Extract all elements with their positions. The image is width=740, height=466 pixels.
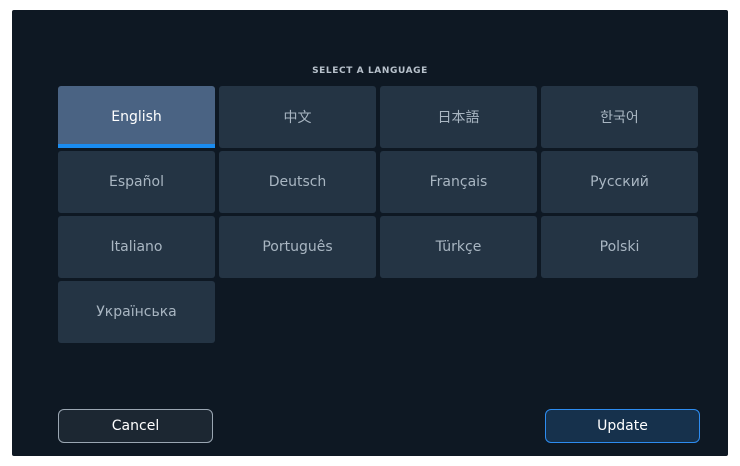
language-option-turkish[interactable]: Türkçe bbox=[380, 216, 537, 278]
cancel-button[interactable]: Cancel bbox=[58, 409, 213, 443]
update-button[interactable]: Update bbox=[545, 409, 700, 443]
language-label: Русский bbox=[590, 174, 649, 190]
language-label: Türkçe bbox=[435, 239, 482, 255]
language-option-spanish[interactable]: Español bbox=[58, 151, 215, 213]
language-option-japanese[interactable]: 日本語 bbox=[380, 86, 537, 148]
selected-indicator bbox=[58, 144, 215, 148]
language-option-russian[interactable]: Русский bbox=[541, 151, 698, 213]
language-option-italian[interactable]: Italiano bbox=[58, 216, 215, 278]
language-label: Español bbox=[109, 174, 164, 190]
language-option-polish[interactable]: Polski bbox=[541, 216, 698, 278]
language-option-korean[interactable]: 한국어 bbox=[541, 86, 698, 148]
language-label: Deutsch bbox=[268, 174, 327, 190]
dialog-title: SELECT A LANGUAGE bbox=[312, 66, 428, 76]
language-label: 中文 bbox=[283, 110, 312, 126]
language-grid: English 中文 日本語 한국어 Español Deutsch Franç… bbox=[58, 86, 698, 343]
language-option-chinese[interactable]: 中文 bbox=[219, 86, 376, 148]
language-label: Français bbox=[429, 174, 488, 190]
language-option-portuguese[interactable]: Português bbox=[219, 216, 376, 278]
language-option-english[interactable]: English bbox=[58, 86, 215, 148]
language-label: Italiano bbox=[110, 239, 163, 255]
language-option-ukrainian[interactable]: Українська bbox=[58, 281, 215, 343]
language-option-german[interactable]: Deutsch bbox=[219, 151, 376, 213]
language-option-french[interactable]: Français bbox=[380, 151, 537, 213]
language-label: 한국어 bbox=[600, 110, 639, 126]
language-label: Polski bbox=[599, 239, 640, 255]
language-label: Português bbox=[262, 239, 333, 255]
language-label: Українська bbox=[96, 304, 177, 320]
language-dialog: SELECT A LANGUAGE English 中文 日本語 한국어 Esp… bbox=[12, 10, 728, 456]
language-label: 日本語 bbox=[437, 110, 480, 126]
language-label: English bbox=[111, 109, 162, 125]
